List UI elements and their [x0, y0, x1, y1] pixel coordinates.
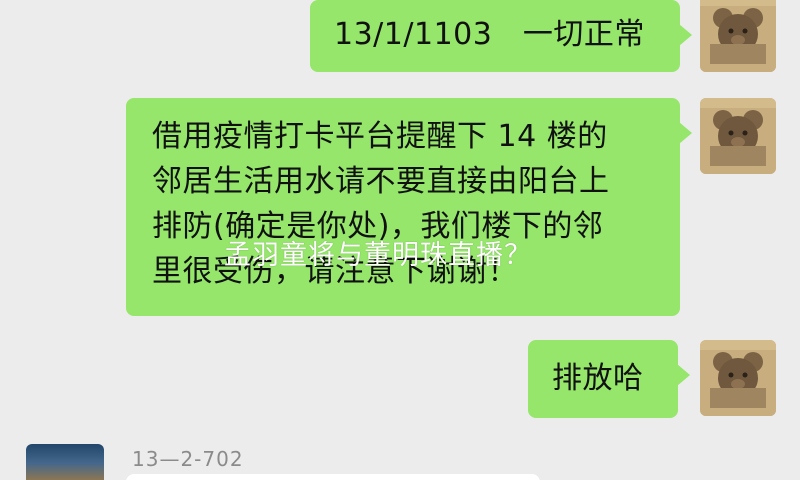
incoming-message-bubble[interactable]: [126, 474, 540, 480]
message-2-line-3: 排防(确定是你处)，我们楼下的邻: [152, 209, 604, 244]
bear-avatar-icon[interactable]: [700, 98, 776, 174]
message-2-line-4: 里很受伤，请注意下谢谢！: [152, 254, 518, 289]
landscape-avatar-icon[interactable]: [26, 444, 104, 480]
sender-name: 13—2-702: [132, 447, 244, 471]
message-2-line-2: 邻居生活用水请不要直接由阳台上: [152, 164, 610, 199]
message-3-text: 排放哈: [552, 361, 644, 396]
chat-view[interactable]: 13/1/1103 一切正常 借用疫情打卡平台提醒下 14 楼的 邻居生活用水请…: [0, 0, 800, 480]
bear-avatar-icon[interactable]: [700, 0, 776, 72]
message-1-text: 13/1/1103 一切正常: [334, 17, 645, 52]
message-2-line-1: 借用疫情打卡平台提醒下 14 楼的: [152, 119, 608, 154]
message-bubble-2[interactable]: 借用疫情打卡平台提醒下 14 楼的 邻居生活用水请不要直接由阳台上 排防(确定是…: [126, 98, 692, 316]
message-bubble-3[interactable]: 排放哈: [528, 340, 690, 418]
message-bubble-1[interactable]: 13/1/1103 一切正常: [310, 0, 692, 72]
bear-avatar-icon[interactable]: [700, 340, 776, 416]
